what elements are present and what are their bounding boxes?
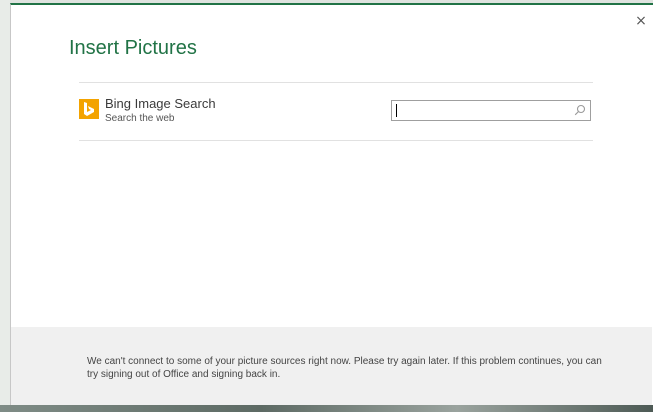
- source-name: Bing Image Search: [105, 96, 216, 111]
- dialog-title: Insert Pictures: [69, 37, 197, 59]
- search-icon[interactable]: [574, 104, 586, 116]
- search-box[interactable]: [391, 100, 591, 121]
- text-caret: [396, 104, 397, 117]
- close-icon[interactable]: ×: [633, 13, 649, 29]
- divider: [79, 140, 593, 141]
- insert-pictures-dialog: × Insert Pictures Bing Image Search Sear…: [10, 3, 653, 405]
- bing-image-search-row: Bing Image Search Search the web: [79, 83, 593, 140]
- search-input[interactable]: [394, 102, 574, 119]
- footer: We can't connect to some of your picture…: [11, 327, 652, 405]
- source-subtitle: Search the web: [105, 113, 175, 124]
- background-app-bottom: [0, 405, 653, 412]
- background-app-edge: [0, 0, 10, 412]
- bing-icon: [79, 99, 99, 119]
- connection-error-message: We can't connect to some of your picture…: [87, 356, 602, 380]
